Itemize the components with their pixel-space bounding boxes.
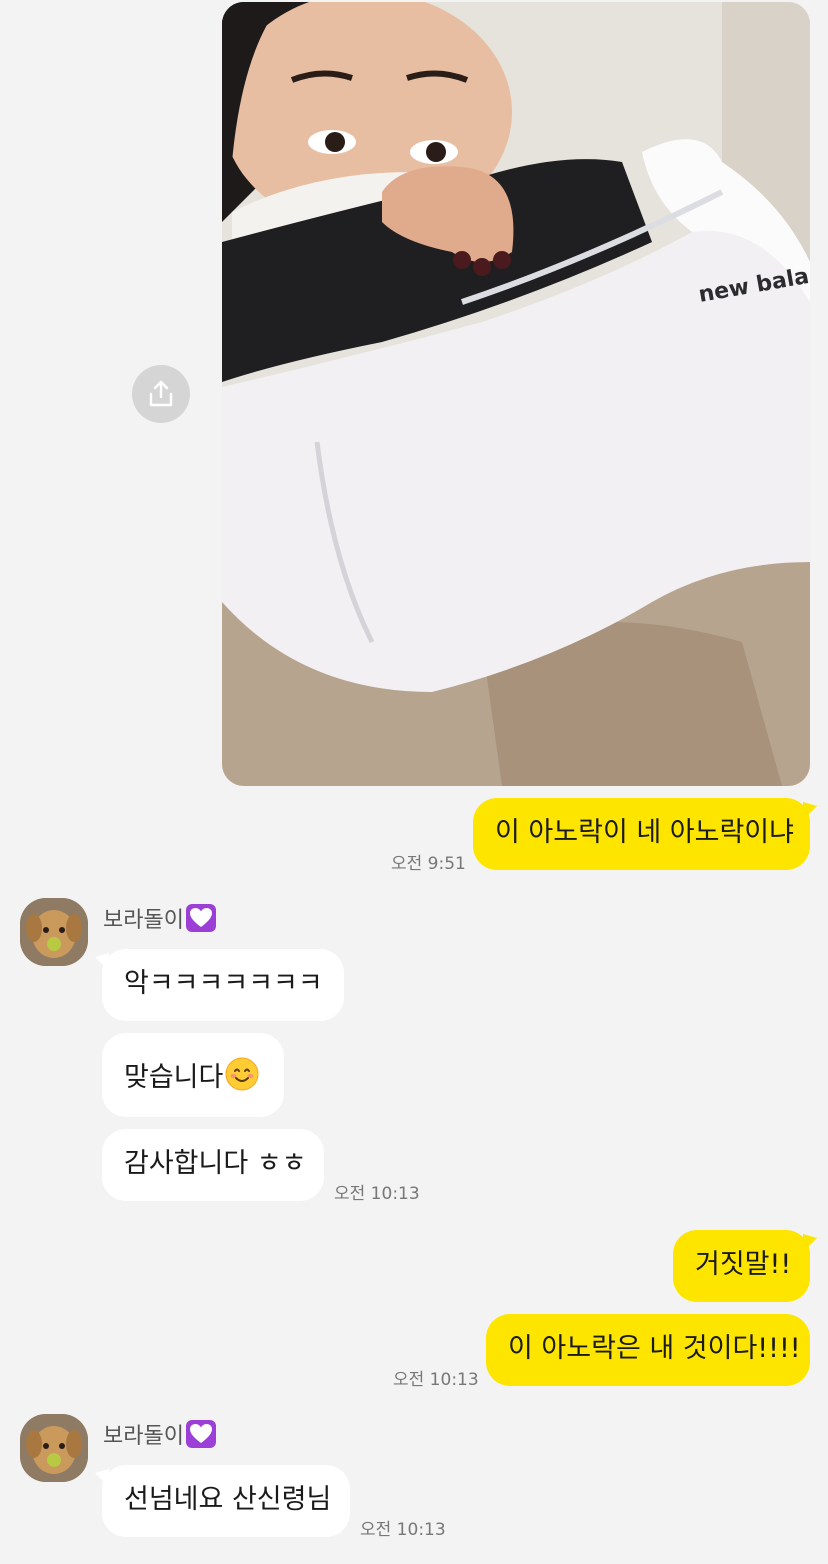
message-text: 거짓말!! <box>695 1249 792 1280</box>
message-timestamp: 오전 9:51 <box>391 854 466 874</box>
message-timestamp: 오전 10:13 <box>393 1370 479 1390</box>
their-message-bubble[interactable]: 맞습니다 <box>102 1033 284 1117</box>
purple-heart-icon <box>185 1420 216 1448</box>
message-text: 이 아노락은 내 것이다!!!! <box>508 1333 801 1364</box>
message-text: 맞습니다 <box>124 1062 224 1093</box>
photo-message[interactable]: new bala <box>222 2 810 786</box>
share-button[interactable] <box>132 365 190 423</box>
photo-image: new bala <box>222 2 810 786</box>
message-text: 감사합니다 ㅎㅎ <box>124 1148 307 1179</box>
my-message-bubble[interactable]: 거짓말!! <box>673 1230 817 1302</box>
sender-name-text: 보라돌이 <box>103 1424 184 1449</box>
message-text: 이 아노락이 네 아노락이냐 <box>495 817 794 848</box>
smiling-face-emoji <box>225 1057 259 1100</box>
dog-avatar-image <box>20 898 88 966</box>
their-message-bubble[interactable]: 선넘네요 산신령님 <box>95 1465 350 1537</box>
my-message-bubble[interactable]: 이 아노락이 네 아노락이냐 <box>473 798 817 870</box>
their-message-bubble[interactable]: 악ㅋㅋㅋㅋㅋㅋㅋ <box>95 949 344 1021</box>
message-text: 선넘네요 산신령님 <box>124 1484 332 1515</box>
sender-avatar[interactable] <box>20 898 88 966</box>
dog-avatar-image <box>20 1414 88 1482</box>
my-message-bubble[interactable]: 이 아노락은 내 것이다!!!! <box>486 1314 810 1386</box>
share-icon <box>149 380 173 407</box>
their-message-bubble[interactable]: 감사합니다 ㅎㅎ <box>102 1129 324 1201</box>
purple-heart-icon <box>185 904 216 932</box>
sender-name: 보라돌이 <box>103 1418 216 1450</box>
sender-avatar[interactable] <box>20 1414 88 1482</box>
message-timestamp: 오전 10:13 <box>334 1184 420 1204</box>
sender-name: 보라돌이 <box>103 902 216 934</box>
message-timestamp: 오전 10:13 <box>360 1520 446 1540</box>
sender-name-text: 보라돌이 <box>103 908 184 933</box>
message-text: 악ㅋㅋㅋㅋㅋㅋㅋ <box>124 968 323 999</box>
